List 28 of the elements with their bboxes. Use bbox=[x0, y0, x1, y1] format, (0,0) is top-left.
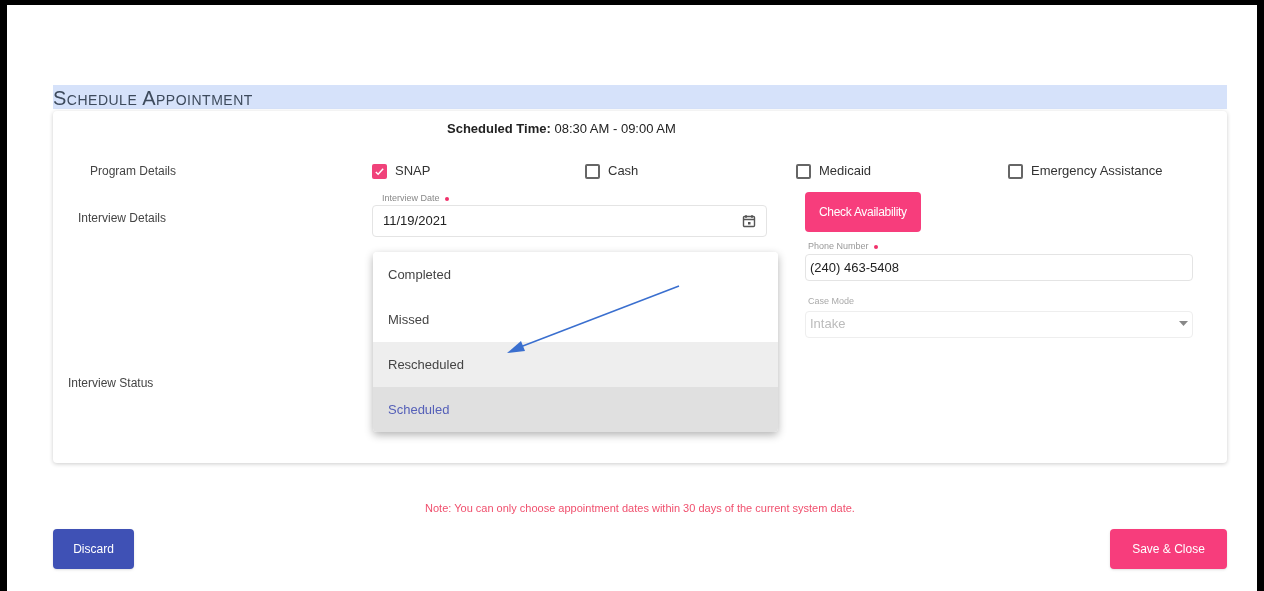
row-label: Program Details bbox=[89, 163, 178, 180]
checkbox[interactable] bbox=[796, 163, 811, 179]
checkbox[interactable] bbox=[585, 163, 600, 179]
date-field[interactable]: 11/19/2021 bbox=[372, 205, 767, 237]
checkmark-icon bbox=[374, 165, 385, 177]
menu-item[interactable]: Completed bbox=[373, 252, 778, 297]
scheduled-time: Scheduled Time: 08:30 AM - 09:00 AM bbox=[447, 120, 676, 139]
checkbox[interactable] bbox=[372, 163, 387, 179]
field-label: Interview Date bbox=[382, 192, 440, 206]
row-label: Interview Status bbox=[68, 375, 154, 390]
save-close-button[interactable]: Save & Close bbox=[1110, 528, 1227, 569]
check-availability-button[interactable]: Check Availability bbox=[805, 192, 921, 232]
checkbox-label: SNAP bbox=[395, 162, 431, 181]
field-label: Phone Number bbox=[808, 240, 869, 254]
row-label: Interview Details bbox=[77, 210, 168, 227]
phone-field[interactable]: (240) 463-5408 bbox=[805, 254, 1193, 281]
menu-item[interactable]: Rescheduled bbox=[373, 342, 778, 387]
checkbox-label: Medicaid bbox=[819, 162, 872, 181]
field-label: Case Mode bbox=[807, 295, 856, 308]
discard-button[interactable]: Discard bbox=[53, 528, 134, 569]
menu-item[interactable]: Missed bbox=[373, 297, 778, 342]
section-title: Schedule Appointment bbox=[53, 87, 253, 109]
calendar-icon[interactable] bbox=[742, 214, 756, 228]
checkbox-label: Cash bbox=[608, 162, 639, 181]
note-text: Note: You can only choose appointment dates within 30 days of the current system date. bbox=[425, 501, 855, 516]
checkbox-label: Emergency Assistance bbox=[1031, 162, 1163, 181]
menu-item[interactable]: Scheduled bbox=[373, 387, 778, 432]
checkbox[interactable] bbox=[1008, 163, 1023, 179]
